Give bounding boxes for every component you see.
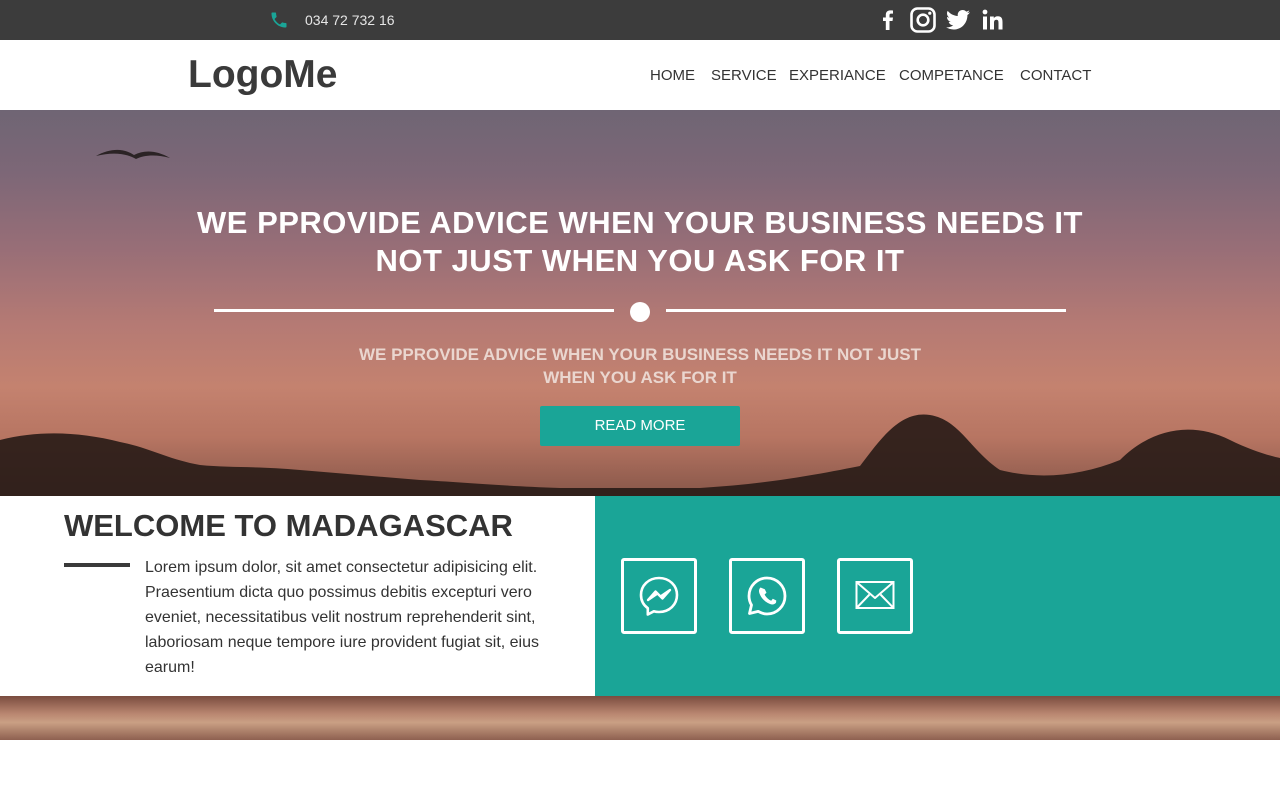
contact-panel (595, 496, 1280, 696)
top-bar: 034 72 732 16 (0, 0, 1280, 40)
divider-line-left (214, 309, 614, 312)
hero-title-line2: NOT JUST WHEN YOU ASK FOR IT (375, 243, 905, 278)
welcome-section: WELCOME TO MADAGASCAR Lorem ipsum dolor,… (0, 496, 595, 696)
facebook-icon[interactable] (874, 6, 902, 34)
nav-competance[interactable]: COMPETANCE (899, 67, 1004, 84)
read-more-button[interactable]: READ MORE (540, 406, 740, 446)
twitter-icon[interactable] (944, 6, 972, 34)
welcome-text: Lorem ipsum dolor, sit amet consectetur … (145, 559, 539, 676)
hero-subtitle: WE PPROVIDE ADVICE WHEN YOUR BUSINESS NE… (358, 345, 922, 387)
nav-home[interactable]: HOME (650, 67, 695, 84)
hero-title: WE PPROVIDE ADVICE WHEN YOUR BUSINESS NE… (140, 204, 1140, 280)
email-button[interactable] (837, 558, 913, 634)
main-header: LogoMe HOME SERVICE EXPERIANCE COMPETANC… (0, 40, 1280, 110)
whatsapp-icon (747, 576, 787, 616)
divider-dot (630, 302, 650, 322)
messenger-button[interactable] (621, 558, 697, 634)
water-reflection (0, 696, 1280, 740)
nav-contact[interactable]: CONTACT (1020, 67, 1091, 84)
instagram-icon[interactable] (909, 6, 937, 34)
bird-silhouette (96, 149, 170, 159)
messenger-icon (639, 576, 679, 616)
phone-icon (271, 12, 287, 28)
welcome-title: WELCOME TO MADAGASCAR (64, 508, 513, 543)
page-bottom (0, 740, 1280, 800)
hero-title-line1: WE PPROVIDE ADVICE WHEN YOUR BUSINESS NE… (197, 205, 1083, 240)
divider-line-right (666, 309, 1066, 312)
whatsapp-button[interactable] (729, 558, 805, 634)
nav-experiance[interactable]: EXPERIANCE (789, 67, 886, 84)
welcome-divider (64, 563, 130, 567)
logo[interactable]: LogoMe (188, 53, 337, 97)
mail-icon (855, 581, 895, 609)
phone-number: 034 72 732 16 (305, 12, 395, 28)
nav-service[interactable]: SERVICE (711, 67, 777, 84)
linkedin-icon[interactable] (979, 6, 1007, 34)
